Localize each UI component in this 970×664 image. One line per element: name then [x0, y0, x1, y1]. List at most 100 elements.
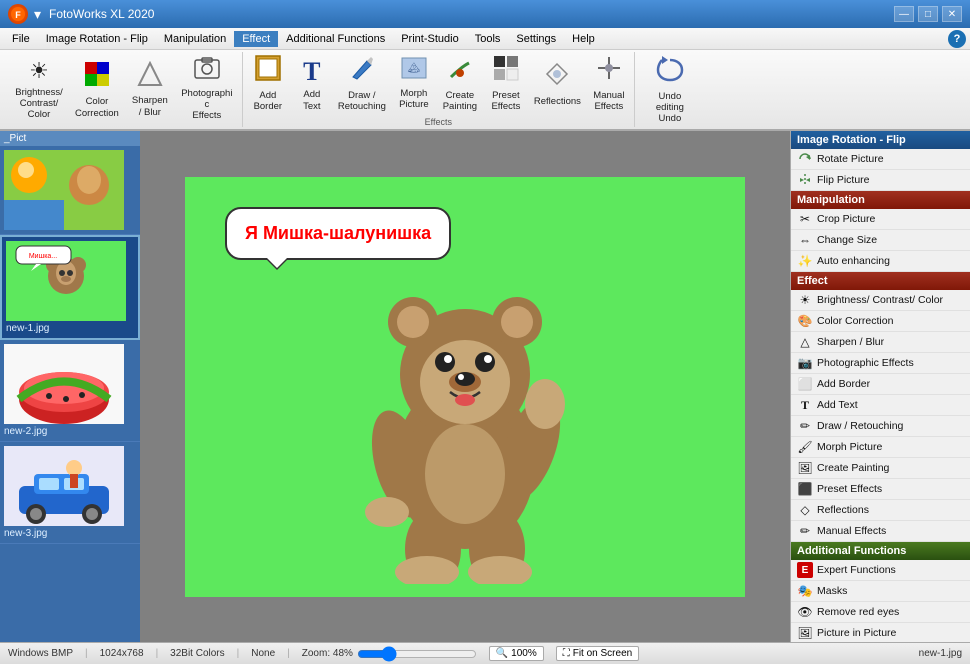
effect-header: Effect: [791, 272, 970, 290]
masks-icon: 🎭: [797, 583, 813, 599]
menu-effect[interactable]: Effect: [234, 31, 278, 47]
rotate-icon: [797, 151, 813, 167]
main-area: _Pict: [0, 131, 970, 642]
rotate-picture-item[interactable]: Rotate Picture: [791, 149, 970, 170]
thumb-label-4: new-3.jpg: [4, 528, 136, 539]
create-painting-button[interactable]: CreatePainting: [437, 52, 483, 116]
canvas-image: Я Мишка-шалунишка: [185, 177, 745, 597]
draw-button[interactable]: Draw /Retouching: [333, 52, 391, 116]
thumbnail-item-4[interactable]: new-3.jpg: [0, 442, 140, 544]
fit-screen-button[interactable]: ⛶ Fit on Screen: [556, 646, 639, 661]
thumb-label-3: new-2.jpg: [4, 426, 136, 437]
brightness-icon: ☀: [29, 58, 49, 84]
speech-bubble: Я Мишка-шалунишка: [225, 207, 451, 260]
svg-text:Мишка...: Мишка...: [29, 253, 57, 260]
bit-depth: 32Bit Colors: [170, 648, 224, 659]
zoom-100-button[interactable]: 🔍 100%: [489, 646, 544, 661]
photo-effects-button[interactable]: PhotographicEffects: [176, 58, 238, 122]
rp-draw-icon: ✏: [797, 418, 813, 434]
add-text-button[interactable]: T AddText: [291, 52, 333, 116]
help-icon[interactable]: ?: [948, 30, 966, 48]
reflections-button[interactable]: Reflections: [529, 52, 586, 116]
status-bar: Windows BMP | 1024x768 | 32Bit Colors | …: [0, 642, 970, 664]
zoom-slider[interactable]: [357, 650, 477, 658]
rp-border-icon: ⬜: [797, 376, 813, 392]
file-format: Windows BMP: [8, 648, 73, 659]
right-panel: Image Rotation - Flip Rotate Picture: [790, 131, 970, 642]
crop-picture-item[interactable]: ✂ Crop Picture: [791, 209, 970, 230]
svg-text:🏔: 🏔: [408, 62, 421, 74]
rp-reflections-item[interactable]: ◇ Reflections: [791, 500, 970, 521]
zoom-icon: 🔍: [496, 648, 508, 659]
rp-painting-icon: 🖼: [797, 460, 813, 476]
rp-preset-icon: ⬛: [797, 481, 813, 497]
thumbnail-item-3[interactable]: new-2.jpg: [0, 340, 140, 442]
menu-additional[interactable]: Additional Functions: [278, 31, 393, 47]
maximize-button[interactable]: □: [918, 6, 938, 22]
rp-sharpen-item[interactable]: △ Sharpen / Blur: [791, 332, 970, 353]
red-eyes-icon: 👁: [797, 604, 813, 620]
rp-morph-item[interactable]: 🖌 Morph Picture: [791, 437, 970, 458]
toolbar-adjust-group: ☀ Brightness/Contrast/ Color ColorCorrec…: [4, 52, 243, 127]
rp-painting-item[interactable]: 🖼 Create Painting: [791, 458, 970, 479]
color-mode: None: [251, 648, 275, 659]
rp-reflections-icon: ◇: [797, 502, 813, 518]
thumb-label: new-1.jpg: [6, 323, 134, 334]
menu-rotation[interactable]: Image Rotation - Flip: [38, 31, 156, 47]
rp-sharpen-icon: △: [797, 334, 813, 350]
flip-icon: [797, 172, 813, 188]
rp-photo-icon: 📷: [797, 355, 813, 371]
rotation-header: Image Rotation - Flip: [791, 131, 970, 149]
enhance-icon: ✨: [797, 253, 813, 269]
thumbnail-item[interactable]: [0, 146, 140, 235]
rp-morph-icon: 🖌: [797, 439, 813, 455]
masks-item[interactable]: 🎭 Masks: [791, 581, 970, 602]
preset-effects-button[interactable]: PresetEffects: [483, 52, 529, 116]
toolbar-undo-group: Undo editingUndo: [635, 52, 705, 127]
menu-help[interactable]: Help: [564, 31, 603, 47]
rp-manual-item[interactable]: ✏ Manual Effects: [791, 521, 970, 542]
rp-text-item[interactable]: T Add Text: [791, 395, 970, 416]
quick-access-dropdown[interactable]: ▾: [34, 6, 41, 23]
brightness-button[interactable]: ☀ Brightness/Contrast/ Color: [8, 58, 70, 122]
manipulation-section: Manipulation ✂ Crop Picture ⇔ Change Siz…: [791, 191, 970, 272]
picture-in-picture-item[interactable]: 🖼 Picture in Picture: [791, 623, 970, 642]
rp-brightness-item[interactable]: ☀ Brightness/ Contrast/ Color: [791, 290, 970, 311]
rp-preset-item[interactable]: ⬛ Preset Effects: [791, 479, 970, 500]
undo-button[interactable]: Undo editingUndo: [639, 58, 701, 122]
title-bar: F ▾ FotoWorks XL 2020 — □ ✕: [0, 0, 970, 28]
zoom-label: Zoom: 48%: [302, 648, 353, 659]
fit-icon: ⛶: [563, 648, 570, 659]
color-correction-button[interactable]: ColorCorrection: [70, 58, 124, 122]
menu-bar: File Image Rotation - Flip Manipulation …: [0, 28, 970, 50]
manual-effects-button[interactable]: ManualEffects: [586, 52, 632, 116]
bear-illustration: [345, 264, 585, 587]
add-border-button[interactable]: AddBorder: [245, 52, 291, 116]
red-eyes-item[interactable]: 👁 Remove red eyes: [791, 602, 970, 623]
thumbnail-image-4: [4, 446, 124, 526]
canvas-area[interactable]: Я Мишка-шалунишка: [140, 131, 790, 642]
minimize-button[interactable]: —: [894, 6, 914, 22]
panel-header: _Pict: [0, 131, 140, 146]
rp-color-item[interactable]: 🎨 Color Correction: [791, 311, 970, 332]
menu-settings[interactable]: Settings: [508, 31, 564, 47]
rp-draw-item[interactable]: ✏ Draw / Retouching: [791, 416, 970, 437]
morph-button[interactable]: 🏔 MorphPicture: [391, 52, 437, 116]
close-button[interactable]: ✕: [942, 6, 962, 22]
menu-manipulation[interactable]: Manipulation: [156, 31, 234, 47]
menu-print[interactable]: Print-Studio: [393, 31, 466, 47]
rp-photo-item[interactable]: 📷 Photographic Effects: [791, 353, 970, 374]
resize-icon: ⇔: [797, 232, 813, 248]
expert-functions-item[interactable]: E Expert Functions: [791, 560, 970, 581]
thumbnail-item-active[interactable]: Мишка... new-1.jpg: [0, 235, 140, 340]
menu-tools[interactable]: Tools: [467, 31, 509, 47]
auto-enhance-item[interactable]: ✨ Auto enhancing: [791, 251, 970, 272]
menu-file[interactable]: File: [4, 31, 38, 47]
flip-picture-item[interactable]: Flip Picture: [791, 170, 970, 191]
sharpen-button[interactable]: Sharpen/ Blur: [124, 58, 176, 122]
change-size-item[interactable]: ⇔ Change Size: [791, 230, 970, 251]
effect-section: Effect ☀ Brightness/ Contrast/ Color 🎨 C…: [791, 272, 970, 542]
manipulation-header: Manipulation: [791, 191, 970, 209]
toolbar-effects-group: AddBorder T AddText Draw /Retouching: [243, 52, 635, 127]
rp-border-item[interactable]: ⬜ Add Border: [791, 374, 970, 395]
